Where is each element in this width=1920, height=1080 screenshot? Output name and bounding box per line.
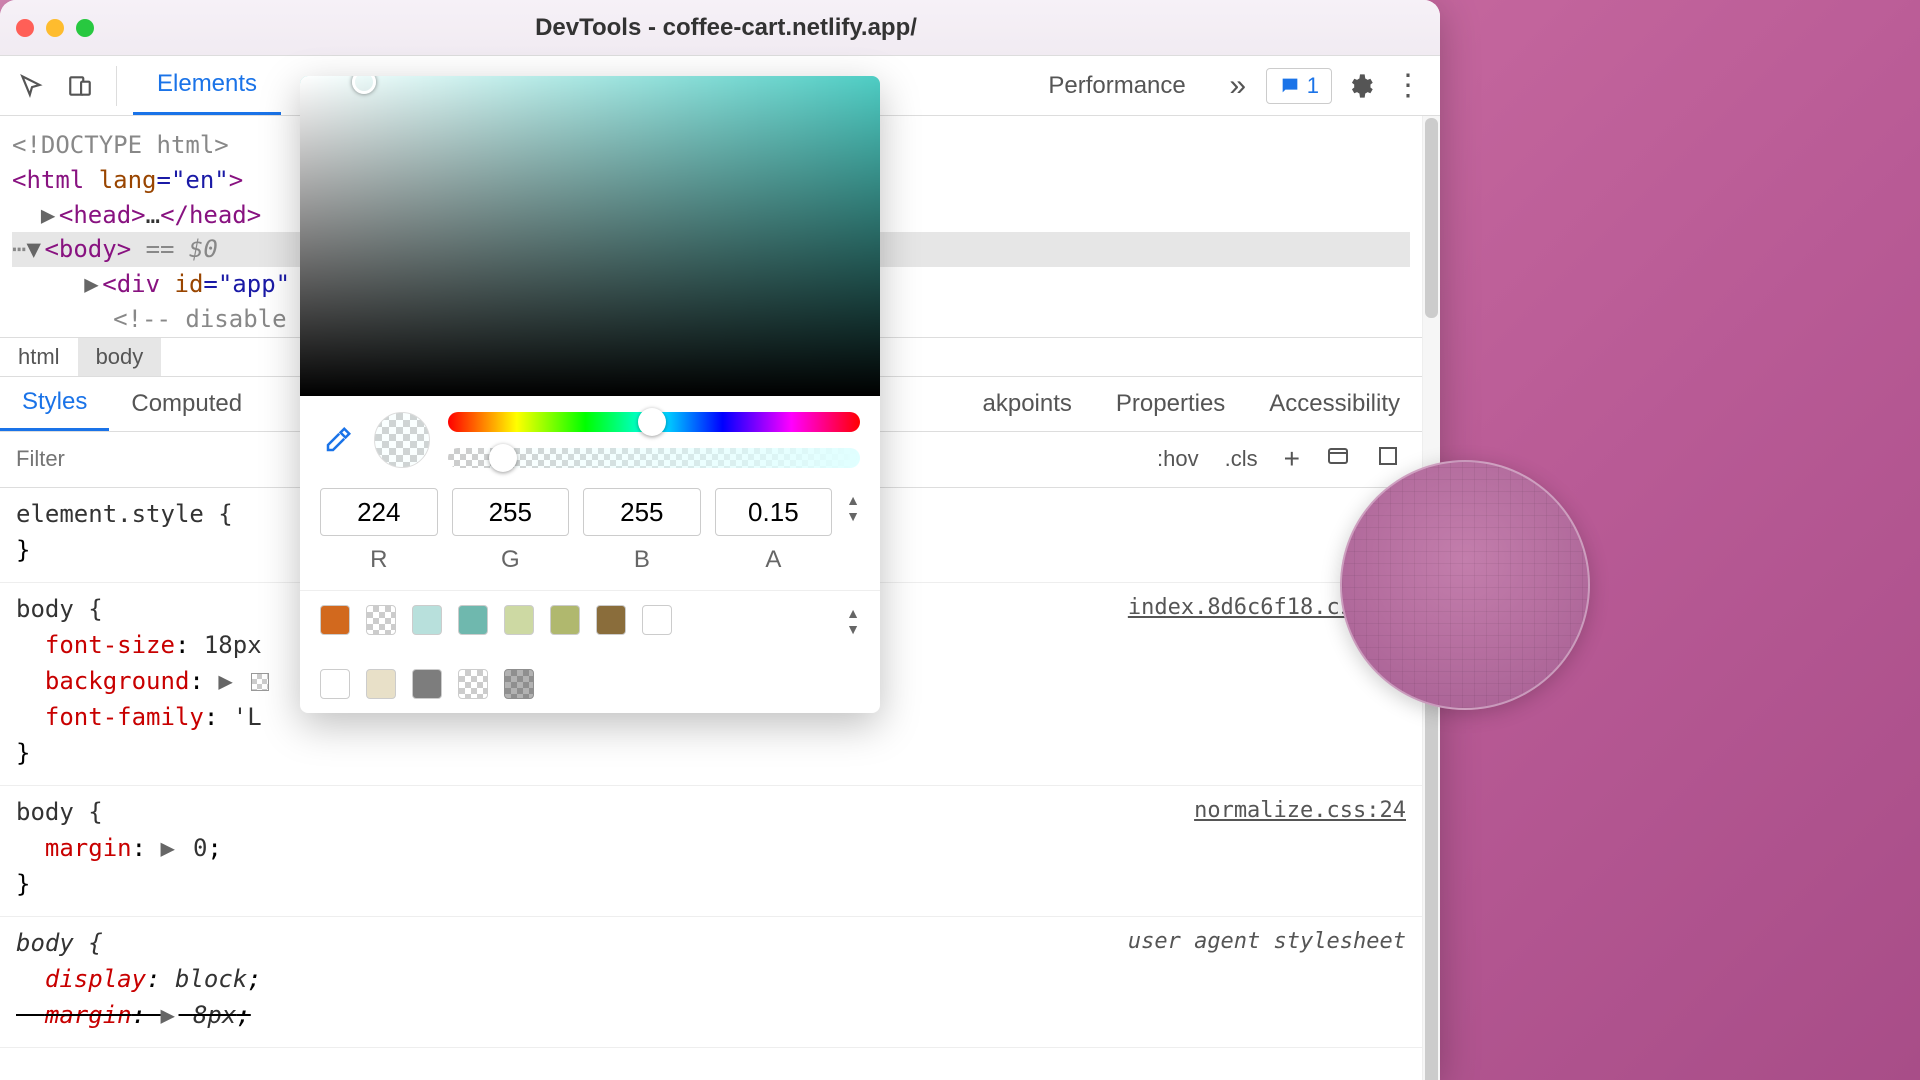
swatch[interactable] (320, 605, 350, 635)
kebab-menu-icon[interactable]: ⋮ (1388, 66, 1428, 106)
swatch[interactable] (366, 669, 396, 699)
new-rule-icon[interactable]: + (1278, 439, 1306, 479)
source-link[interactable]: normalize.css:24 (1194, 794, 1406, 827)
swatch[interactable] (504, 605, 534, 635)
color-swatch-icon[interactable] (251, 673, 269, 691)
a-label: A (715, 546, 833, 574)
minimize-window-icon[interactable] (46, 19, 64, 37)
scroll-thumb[interactable] (1425, 118, 1438, 318)
swatch[interactable] (412, 669, 442, 699)
titlebar: DevTools - coffee-cart.netlify.app/ (0, 0, 1440, 56)
swatch[interactable] (412, 605, 442, 635)
panel-tabs: Elements (133, 56, 281, 115)
devtools-window: DevTools - coffee-cart.netlify.app/ Elem… (0, 0, 1440, 1080)
expand-icon[interactable]: ▶ (218, 663, 236, 699)
subtab-breakpoints[interactable]: akpoints (961, 377, 1094, 431)
palette-switch-icon[interactable]: ▲▼ (846, 605, 860, 637)
a-input[interactable] (715, 488, 833, 536)
sv-handle[interactable] (352, 76, 376, 94)
alpha-slider[interactable] (448, 448, 860, 468)
rendering-icon[interactable] (1370, 440, 1406, 478)
swatch[interactable] (550, 605, 580, 635)
color-picker: R G B A ▲▼ (300, 76, 880, 713)
color-preview (374, 412, 430, 468)
window-title: DevTools - coffee-cart.netlify.app/ (94, 14, 1358, 42)
hov-toggle[interactable]: :hov (1151, 442, 1205, 476)
expand-icon[interactable]: ▶ (84, 267, 102, 302)
palette-swatches: ▲▼ (300, 590, 880, 713)
r-input[interactable] (320, 488, 438, 536)
crumb-body[interactable]: body (78, 338, 162, 376)
expand-icon[interactable]: ▶ (161, 830, 179, 866)
b-label: B (583, 546, 701, 574)
close-window-icon[interactable] (16, 19, 34, 37)
rule-body-2[interactable]: normalize.css:24 body { margin: ▶ 0; } (0, 786, 1422, 917)
r-label: R (320, 546, 438, 574)
g-label: G (452, 546, 570, 574)
doctype: <!DOCTYPE html> (12, 131, 229, 159)
chat-icon (1279, 75, 1301, 97)
swatch[interactable] (642, 605, 672, 635)
crumb-html[interactable]: html (0, 338, 78, 376)
hue-slider[interactable] (448, 412, 860, 432)
swatch[interactable] (458, 669, 488, 699)
color-mode-switch-icon[interactable]: ▲▼ (846, 488, 860, 524)
b-input[interactable] (583, 488, 701, 536)
alpha-handle[interactable] (489, 444, 517, 472)
divider (116, 66, 117, 106)
swatch[interactable] (366, 605, 396, 635)
device-toolbar-icon[interactable] (60, 66, 100, 106)
cls-toggle[interactable]: .cls (1219, 442, 1264, 476)
maximize-window-icon[interactable] (76, 19, 94, 37)
swatch[interactable] (320, 669, 350, 699)
hue-handle[interactable] (638, 408, 666, 436)
settings-icon[interactable] (1340, 66, 1380, 106)
subtab-accessibility[interactable]: Accessibility (1247, 377, 1422, 431)
saturation-value-field[interactable] (300, 76, 880, 396)
expand-icon[interactable]: ▶ (41, 198, 59, 233)
source-ua: user agent stylesheet (1128, 925, 1406, 958)
rule-body-ua[interactable]: user agent stylesheet body { display: bl… (0, 917, 1422, 1048)
swatch[interactable] (458, 605, 488, 635)
inspect-element-icon[interactable] (12, 66, 52, 106)
g-input[interactable] (452, 488, 570, 536)
swatch[interactable] (504, 669, 534, 699)
subtab-styles[interactable]: Styles (0, 377, 109, 431)
eyedropper-magnifier[interactable] (1340, 460, 1590, 710)
scroll-thumb[interactable] (1425, 696, 1438, 1080)
subtab-computed[interactable]: Computed (109, 377, 264, 431)
issues-badge[interactable]: 1 (1266, 68, 1332, 104)
traffic-lights (16, 19, 94, 37)
swatch[interactable] (596, 605, 626, 635)
computed-styles-icon[interactable] (1320, 440, 1356, 478)
subtab-properties[interactable]: Properties (1094, 377, 1247, 431)
tab-performance[interactable]: Performance (1024, 72, 1209, 100)
issues-count: 1 (1307, 73, 1319, 99)
more-tabs-icon[interactable]: » (1218, 66, 1258, 106)
eyedropper-icon[interactable] (320, 422, 356, 458)
tab-elements[interactable]: Elements (133, 56, 281, 115)
